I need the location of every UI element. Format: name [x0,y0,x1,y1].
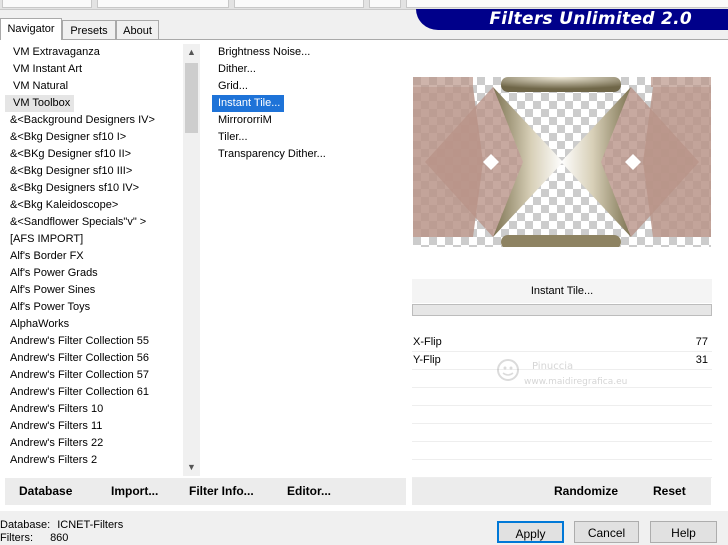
category-item[interactable]: Alf's Power Toys [5,299,183,316]
status-filters-label: Filters: [0,532,33,544]
apply-button[interactable]: Apply [497,521,564,543]
database-button[interactable]: Database [19,478,72,505]
param-slot-empty [412,460,712,478]
category-item[interactable]: Andrew's Filters 22 [5,435,183,452]
category-item[interactable]: Andrew's Filters 11 [5,418,183,435]
app-title: Filters Unlimited 2.0 [489,9,692,29]
filter-item[interactable]: Dither... [212,61,402,78]
background-tab [406,0,728,8]
category-item[interactable]: Alf's Border FX [5,248,183,265]
category-item[interactable]: &<Bkg Designer sf10 I> [5,129,183,146]
category-item[interactable]: &<Sandflower Specials"v" > [5,214,183,231]
filter-list[interactable]: Brightness Noise... Dither... Grid... Insta… [212,44,402,476]
filter-info-button[interactable]: Filter Info... [189,478,254,505]
filter-item[interactable]: Grid... [212,78,402,95]
preview-image [413,77,711,247]
import-button[interactable]: Import... [111,478,158,505]
category-item[interactable]: &<BKg Designer sf10 II> [5,146,183,163]
svg-text:Pinuccia: Pinuccia [532,361,573,372]
category-scrollbar[interactable]: ▲ ▼ [183,44,200,476]
right-button-bar: Randomize Reset [412,478,711,505]
header-banner: Filters Unlimited 2.0 [416,9,728,30]
category-item[interactable]: &<Bkg Designers sf10 IV> [5,180,183,197]
status-filters-row: Filters: 860 [0,532,200,545]
status-filters-value: 860 [50,532,69,544]
tab-about[interactable]: About [116,20,159,40]
category-item[interactable]: &<Background Designers IV> [5,112,183,129]
param-slot-empty [412,406,712,424]
category-item[interactable]: &<Bkg Designer sf10 III> [5,163,183,180]
scroll-up-icon[interactable]: ▲ [183,44,200,61]
category-item[interactable]: Andrew's Filter Collection 56 [5,350,183,367]
editor-button[interactable]: Editor... [287,478,331,505]
category-item[interactable]: &<Bkg Kaleidoscope> [5,197,183,214]
category-item[interactable]: VM Instant Art [5,61,183,78]
category-item[interactable]: [AFS IMPORT] [5,231,183,248]
param-value: 77 [695,336,708,348]
category-item[interactable]: AlphaWorks [5,316,183,333]
status-database-value: ICNET-Filters [57,519,124,531]
status-database-row: Database: ICNET-Filters [0,519,200,532]
category-item[interactable]: VM Extravaganza [5,44,183,61]
filter-item[interactable]: Tiler... [212,129,402,146]
filter-item[interactable]: Transparency Dither... [212,146,402,163]
tab-navigator[interactable]: Navigator [0,18,62,40]
category-item[interactable]: Andrew's Filter Collection 61 [5,384,183,401]
tab-presets[interactable]: Presets [62,20,116,40]
svg-text:www.maidiregrafica.eu: www.maidiregrafica.eu [524,377,627,387]
filter-item[interactable]: Brightness Noise... [212,44,402,61]
current-filter-name: Instant Tile... [412,279,712,303]
status-database-label: Database: [0,519,51,531]
filter-item[interactable]: Instant Tile... [212,95,285,112]
preview-canvas [413,77,711,247]
left-button-bar: Database Import... Filter Info... Editor… [5,478,406,505]
cancel-button[interactable]: Cancel [574,521,639,543]
category-list[interactable]: VM Extravaganza VM Instant Art VM Natural V… [5,44,183,476]
background-tab [2,0,92,8]
param-label: X-Flip [413,336,442,348]
category-item[interactable]: VM Toolbox [5,95,75,112]
watermark: Pinuccia www.maidiregrafica.eu [490,354,640,394]
category-item[interactable]: Alf's Power Grads [5,265,183,282]
scroll-down-icon[interactable]: ▼ [183,459,200,476]
param-slot-empty [412,442,712,460]
category-item[interactable]: Andrew's Filters 2 [5,452,183,469]
scroll-thumb[interactable] [185,63,198,133]
category-item[interactable]: Alf's Power Sines [5,282,183,299]
category-item[interactable]: Andrew's Filter Collection 55 [5,333,183,350]
category-item[interactable]: VM Natural [5,78,183,95]
background-tab [369,0,401,8]
param-label: Y-Flip [413,354,441,366]
param-value: 31 [695,354,708,366]
randomize-button[interactable]: Randomize [554,478,618,505]
help-button[interactable]: Help [650,521,717,543]
param-slot-empty [412,424,712,442]
param-x-flip[interactable]: X-Flip 77 [412,334,712,352]
progress-bar [412,304,712,316]
status-area: Database: ICNET-Filters Filters: 860 [0,519,200,545]
background-tab [97,0,229,8]
category-item[interactable]: Andrew's Filters 10 [5,401,183,418]
reset-button[interactable]: Reset [653,478,686,505]
watermark-logo-icon: Pinuccia www.maidiregrafica.eu [497,359,627,387]
background-tab [234,0,364,8]
filter-item[interactable]: MirrororriM [212,112,402,129]
category-item[interactable]: Andrew's Filter Collection 57 [5,367,183,384]
